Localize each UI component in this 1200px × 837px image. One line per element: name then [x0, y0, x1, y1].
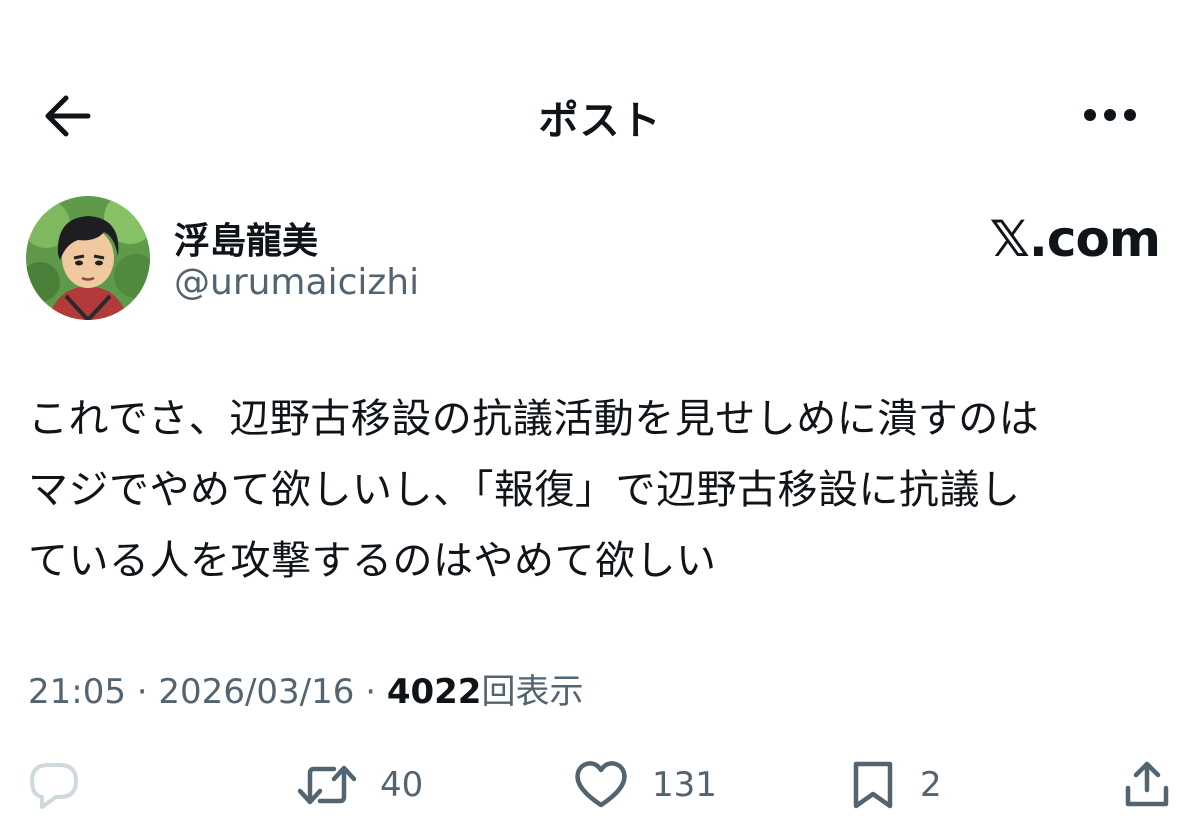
meta-separator: · [365, 672, 377, 712]
post-meta: 21:05 · 2026/03/16 · 4022回表示 [28, 664, 583, 713]
bookmark-button[interactable]: 2 [848, 755, 942, 815]
post-time[interactable]: 21:05 [28, 672, 126, 712]
views-label: 回表示 [481, 672, 584, 712]
bookmark-icon [853, 761, 893, 809]
brand-watermark: 𝕏.com [989, 210, 1161, 268]
avatar[interactable] [26, 196, 150, 320]
page-title: ポスト [538, 98, 662, 144]
like-button[interactable]: 131 [572, 755, 717, 815]
top-bar: ポスト [0, 60, 1200, 170]
share-icon [1125, 761, 1169, 807]
like-count: 131 [652, 765, 717, 805]
meta-separator: · [136, 672, 148, 712]
repost-count: 40 [380, 765, 424, 805]
repost-button[interactable]: 40 [296, 755, 423, 815]
reply-button[interactable] [26, 755, 82, 815]
bookmark-count: 2 [920, 765, 942, 805]
display-name[interactable]: 浮島龍美 [174, 212, 318, 264]
repost-icon [297, 765, 357, 805]
more-options-button[interactable] [1078, 100, 1142, 130]
reply-icon [30, 763, 78, 809]
action-bar: 40 131 2 [0, 755, 1200, 815]
user-handle[interactable]: @urumaicizhi [174, 262, 419, 303]
post-date[interactable]: 2026/03/16 [158, 672, 354, 712]
views-count[interactable]: 4022 [387, 672, 482, 712]
post-text: これでさ、辺野古移設の抗議活動を見せしめに潰すのは マジでやめて欲しいし、「報復… [28, 396, 1040, 584]
more-horizontal-icon [1084, 109, 1136, 121]
share-button[interactable] [1120, 755, 1174, 815]
heart-icon [575, 761, 627, 808]
